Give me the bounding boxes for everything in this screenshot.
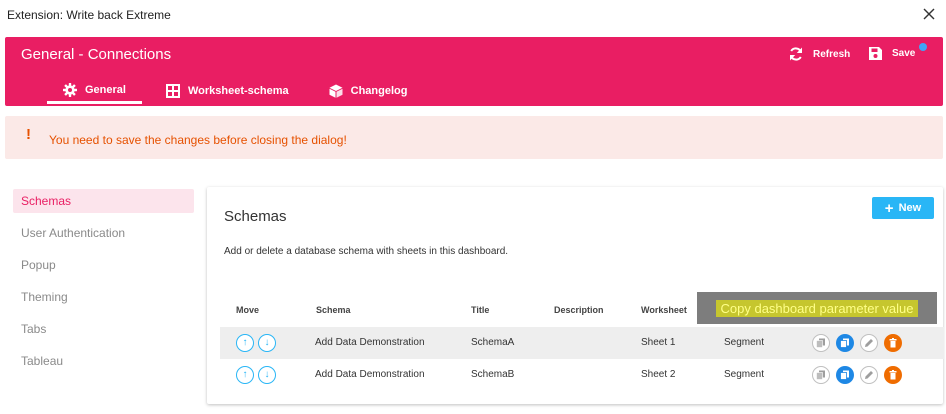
segment-cell: Segment bbox=[724, 369, 765, 380]
tooltip-text: Copy dashboard parameter value bbox=[715, 299, 919, 317]
sidebar-item-user-authentication[interactable]: User Authentication bbox=[13, 221, 194, 245]
tab-general[interactable]: General bbox=[47, 78, 142, 104]
title-cell: SchemaB bbox=[471, 369, 515, 380]
column-header-move: Move bbox=[236, 305, 260, 315]
schema-cell: Add Data Demonstration bbox=[315, 369, 425, 380]
floppy-disk-icon bbox=[869, 47, 882, 60]
save-button[interactable]: Save bbox=[868, 46, 915, 61]
edit-button[interactable] bbox=[860, 334, 878, 352]
edit-button[interactable] bbox=[860, 366, 878, 384]
page-title: General - Connections bbox=[21, 46, 172, 63]
sidebar-item-tableau[interactable]: Tableau bbox=[13, 349, 194, 373]
table-row: ↑ ↓ Add Data Demonstration SchemaB Sheet… bbox=[220, 359, 944, 391]
schema-cell: Add Data Demonstration bbox=[315, 337, 425, 348]
schemas-card: Schemas + New Add or delete a database s… bbox=[207, 187, 944, 404]
column-header-description: Description bbox=[554, 305, 604, 315]
column-header-title: Title bbox=[471, 305, 490, 315]
gear-icon bbox=[63, 82, 77, 97]
move-down-button[interactable]: ↓ bbox=[258, 334, 276, 352]
column-header-schema: Schema bbox=[316, 305, 351, 315]
app-header: General - Connections Refresh Save Gener… bbox=[5, 37, 943, 106]
worksheet-cell: Sheet 2 bbox=[641, 369, 676, 380]
copy-icon bbox=[840, 338, 849, 348]
cube-icon bbox=[329, 84, 343, 98]
refresh-label: Refresh bbox=[813, 48, 851, 60]
column-header-worksheet: Worksheet bbox=[641, 305, 687, 315]
save-label: Save bbox=[892, 48, 916, 59]
close-icon[interactable] bbox=[920, 5, 938, 23]
pencil-icon bbox=[865, 371, 873, 379]
window-titlebar: Extension: Write back Extreme bbox=[0, 0, 946, 30]
refresh-icon bbox=[790, 47, 802, 61]
plus-icon: + bbox=[884, 199, 894, 217]
new-label: New bbox=[898, 202, 922, 214]
section-description: Add or delete a database schema with she… bbox=[224, 246, 509, 257]
move-up-button[interactable]: ↑ bbox=[236, 366, 254, 384]
tab-changelog[interactable]: Changelog bbox=[313, 78, 424, 104]
tab-label: Worksheet-schema bbox=[187, 85, 289, 97]
section-title: Schemas bbox=[224, 208, 287, 225]
worksheet-cell: Sheet 1 bbox=[641, 337, 676, 348]
copy-button[interactable] bbox=[812, 334, 830, 352]
sidebar-item-tabs[interactable]: Tabs bbox=[13, 317, 194, 341]
delete-button[interactable] bbox=[884, 334, 902, 352]
grid-icon bbox=[165, 84, 180, 98]
warning-message: You need to save the changes before clos… bbox=[49, 133, 347, 147]
sidebar-item-schemas[interactable]: Schemas bbox=[13, 189, 194, 213]
new-schema-button[interactable]: + New bbox=[872, 197, 934, 219]
refresh-button[interactable]: Refresh bbox=[788, 46, 850, 62]
move-down-button[interactable]: ↓ bbox=[258, 366, 276, 384]
pencil-icon bbox=[865, 339, 873, 347]
settings-sidebar: Schemas User Authentication Popup Themin… bbox=[13, 189, 194, 381]
move-up-button[interactable]: ↑ bbox=[236, 334, 254, 352]
copy-icon bbox=[840, 370, 849, 380]
tab-label: Changelog bbox=[350, 85, 408, 97]
exclamation-icon: ! bbox=[26, 126, 31, 143]
tab-label: General bbox=[85, 83, 126, 96]
window-title: Extension: Write back Extreme bbox=[7, 8, 171, 22]
copy-parameter-button[interactable] bbox=[836, 334, 854, 352]
title-cell: SchemaA bbox=[471, 337, 515, 348]
unsaved-indicator-dot bbox=[919, 43, 927, 51]
tab-worksheet-schema[interactable]: Worksheet-schema bbox=[150, 78, 305, 104]
copy-parameter-button[interactable] bbox=[836, 366, 854, 384]
trash-icon bbox=[889, 338, 897, 348]
sidebar-item-theming[interactable]: Theming bbox=[13, 285, 194, 309]
copy-button[interactable] bbox=[812, 366, 830, 384]
tab-bar: General Worksheet-schema Changelog bbox=[47, 78, 431, 106]
trash-icon bbox=[889, 370, 897, 380]
copy-icon bbox=[816, 370, 825, 380]
delete-button[interactable] bbox=[884, 366, 902, 384]
copy-icon bbox=[816, 338, 825, 348]
unsaved-warning-banner: ! You need to save the changes before cl… bbox=[5, 116, 943, 159]
tooltip: Copy dashboard parameter value bbox=[697, 292, 937, 324]
sidebar-item-popup[interactable]: Popup bbox=[13, 253, 194, 277]
table-row: ↑ ↓ Add Data Demonstration SchemaA Sheet… bbox=[220, 327, 944, 359]
segment-cell: Segment bbox=[724, 337, 765, 348]
